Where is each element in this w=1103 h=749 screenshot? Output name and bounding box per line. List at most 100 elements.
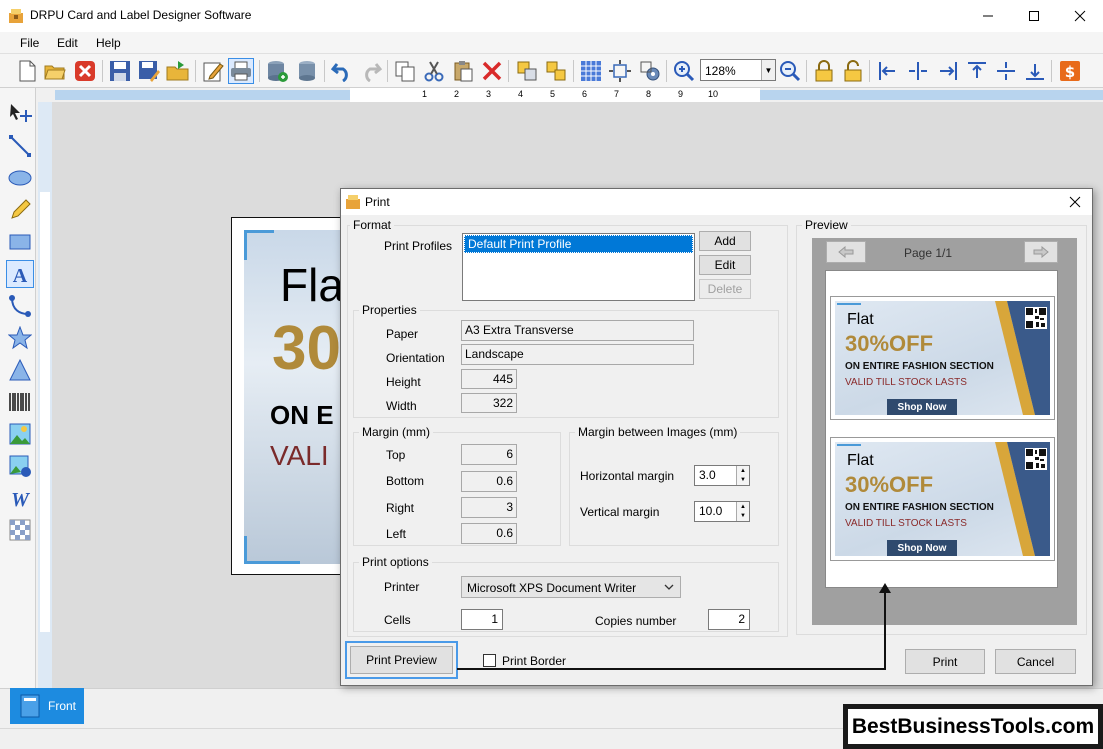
menu-edit[interactable]: Edit: [57, 36, 78, 50]
stepper-up-icon[interactable]: ▲: [740, 468, 746, 474]
select-tool[interactable]: [6, 100, 34, 128]
toolbar-separator: [195, 60, 196, 82]
preview-prev-button[interactable]: [826, 241, 866, 263]
export-folder-icon: [166, 61, 189, 81]
left-margin-field: 0.6: [461, 523, 517, 544]
close-button[interactable]: [1057, 0, 1103, 32]
zoom-out-button[interactable]: [777, 58, 803, 84]
vertical-margin-input[interactable]: 10.0 ▲ ▼: [694, 501, 750, 522]
toolbar-separator: [324, 60, 325, 82]
center-button[interactable]: [607, 58, 633, 84]
align-left-button[interactable]: [875, 58, 901, 84]
align-bottom-button[interactable]: [1022, 58, 1048, 84]
menu-bar: File Edit Help: [0, 32, 1103, 54]
group-button[interactable]: [514, 58, 540, 84]
title-bar: DRPU Card and Label Designer Software: [0, 0, 1103, 32]
align-center-h-button[interactable]: [905, 58, 931, 84]
print-button[interactable]: [228, 58, 254, 84]
triangle-icon: [9, 358, 31, 381]
brand-watermark: BestBusinessTools.com: [843, 704, 1103, 749]
arc-tool[interactable]: [6, 292, 34, 320]
label-card[interactable]: Fla 30 ON E VALI: [231, 217, 342, 575]
ungroup-icon: [546, 61, 566, 81]
wordart-tool[interactable]: W: [6, 484, 34, 512]
edit-profile-button[interactable]: Edit: [699, 255, 751, 275]
orientation-label: Orientation: [386, 351, 445, 365]
maximize-button[interactable]: [1011, 0, 1057, 32]
paste-button[interactable]: [450, 58, 476, 84]
grid-button[interactable]: [578, 58, 604, 84]
profile-item-default[interactable]: Default Print Profile: [464, 235, 693, 253]
printer-icon: [231, 61, 251, 81]
tab-front[interactable]: Front: [10, 688, 84, 724]
print-dialog: Print Format Print Profiles Default Prin…: [340, 188, 1093, 686]
stepper-down-icon[interactable]: ▼: [740, 513, 746, 519]
dialog-close-button[interactable]: [1065, 193, 1085, 211]
picture-settings-icon: [9, 455, 31, 477]
new-button[interactable]: [14, 58, 40, 84]
open-button[interactable]: [42, 58, 68, 84]
paper-field: A3 Extra Transverse: [461, 320, 694, 341]
dialog-title-bar: Print: [341, 189, 1092, 215]
align-center-icon: [909, 62, 927, 80]
delete-profile-button[interactable]: Delete: [699, 279, 751, 299]
watermark-tool[interactable]: [6, 516, 34, 544]
database-button[interactable]: [294, 58, 320, 84]
ungroup-button[interactable]: [543, 58, 569, 84]
export-button[interactable]: [165, 58, 191, 84]
vertical-margin-stepper[interactable]: ▲ ▼: [736, 502, 749, 521]
ruler-tick: 3: [486, 89, 492, 99]
align-top-button[interactable]: [964, 58, 990, 84]
database-add-button[interactable]: [264, 58, 290, 84]
menu-file[interactable]: File: [20, 36, 39, 50]
ruler-tick: 8: [646, 89, 652, 99]
barcode-tool[interactable]: [6, 388, 34, 416]
text-a-icon: A: [13, 265, 28, 286]
settings-button[interactable]: [637, 58, 663, 84]
print-action-button[interactable]: Print: [905, 649, 985, 674]
left-margin-label: Left: [386, 527, 407, 541]
delete-button[interactable]: [479, 58, 505, 84]
stepper-down-icon[interactable]: ▼: [740, 477, 746, 483]
buy-button[interactable]: $: [1057, 58, 1083, 84]
menu-help[interactable]: Help: [96, 36, 121, 50]
card-corner: [244, 230, 274, 233]
preview-next-button[interactable]: [1024, 241, 1058, 263]
image-tool[interactable]: [6, 420, 34, 448]
align-right-button[interactable]: [935, 58, 961, 84]
line-tool[interactable]: [6, 132, 34, 160]
print-profiles-list[interactable]: Default Print Profile: [462, 233, 695, 301]
horizontal-margin-stepper[interactable]: ▲ ▼: [736, 466, 749, 485]
undo-button[interactable]: [329, 58, 355, 84]
cancel-button[interactable]: Cancel: [995, 649, 1076, 674]
rectangle-tool[interactable]: [6, 228, 34, 256]
minimize-button[interactable]: [965, 0, 1011, 32]
align-middle-button[interactable]: [993, 58, 1019, 84]
dollar-icon: $: [1060, 61, 1080, 81]
add-profile-button[interactable]: Add: [699, 231, 751, 251]
zoom-select[interactable]: 128% ▼: [700, 59, 776, 81]
image-library-tool[interactable]: [6, 452, 34, 480]
save-button[interactable]: [107, 58, 133, 84]
close-design-button[interactable]: [72, 58, 98, 84]
cut-button[interactable]: [421, 58, 447, 84]
app-icon: [9, 9, 23, 23]
stepper-up-icon[interactable]: ▲: [740, 504, 746, 510]
chevron-down-icon[interactable]: ▼: [761, 60, 775, 80]
horizontal-margin-input[interactable]: 3.0 ▲ ▼: [694, 465, 750, 486]
copy-button[interactable]: [392, 58, 418, 84]
triangle-tool[interactable]: [6, 356, 34, 384]
unlock-button[interactable]: [840, 58, 866, 84]
redo-button[interactable]: [358, 58, 384, 84]
ellipse-tool[interactable]: [6, 164, 34, 192]
zoom-in-button[interactable]: [671, 58, 697, 84]
star-tool[interactable]: [6, 324, 34, 352]
edit-design-button[interactable]: [200, 58, 226, 84]
pencil-tool[interactable]: [6, 196, 34, 224]
save-as-button[interactable]: [136, 58, 162, 84]
print-options-label: Print options: [359, 555, 432, 569]
print-preview-button[interactable]: Print Preview: [350, 646, 453, 674]
text-tool[interactable]: A: [6, 260, 34, 288]
zoom-value: 128%: [705, 64, 736, 78]
lock-button[interactable]: [811, 58, 837, 84]
